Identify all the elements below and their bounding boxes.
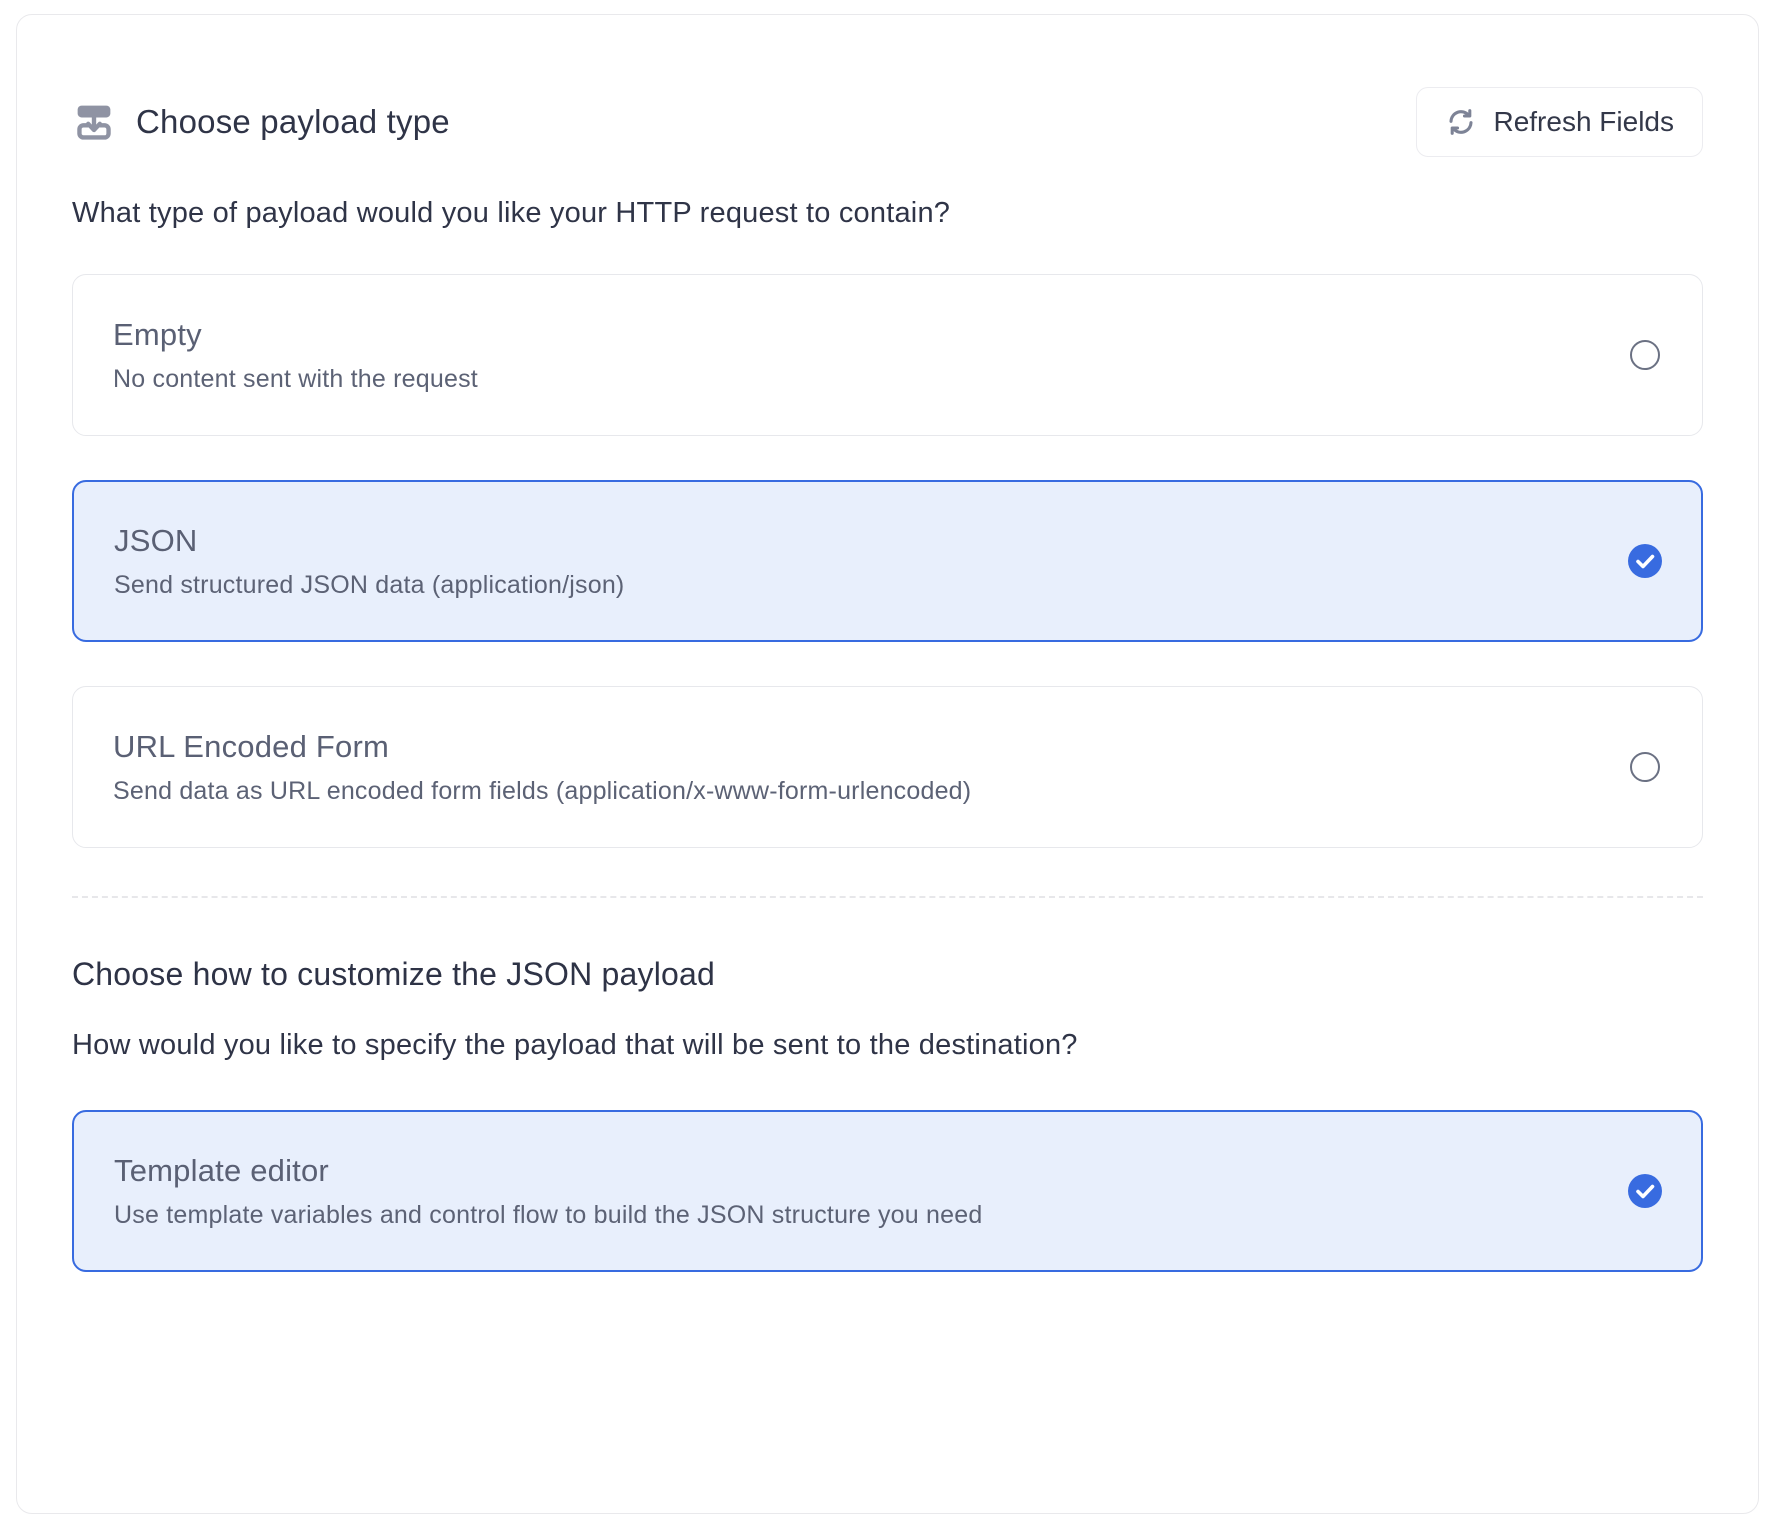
option-title: JSON: [114, 523, 624, 559]
payload-settings-panel: Choose payload type Refresh Fields What …: [16, 14, 1759, 1514]
customize-question: How would you like to specify the payloa…: [72, 1029, 1703, 1062]
payload-option-json[interactable]: JSON Send structured JSON data (applicat…: [72, 480, 1703, 642]
refresh-fields-button[interactable]: Refresh Fields: [1416, 87, 1703, 157]
option-description: Send structured JSON data (application/j…: [114, 571, 624, 600]
refresh-fields-label: Refresh Fields: [1493, 106, 1674, 138]
page-title: Choose payload type: [136, 103, 450, 141]
option-text-block: JSON Send structured JSON data (applicat…: [114, 523, 624, 600]
option-title: Template editor: [114, 1153, 982, 1189]
option-text-block: URL Encoded Form Send data as URL encode…: [113, 729, 971, 806]
option-title: URL Encoded Form: [113, 729, 971, 765]
radio-unselected-icon[interactable]: [1630, 340, 1660, 370]
option-description: Send data as URL encoded form fields (ap…: [113, 777, 971, 806]
radio-unselected-icon[interactable]: [1630, 752, 1660, 782]
option-text-block: Empty No content sent with the request: [113, 317, 478, 394]
customize-section-heading: Choose how to customize the JSON payload: [72, 956, 1703, 993]
option-description: Use template variables and control flow …: [114, 1201, 982, 1230]
payload-type-question: What type of payload would you like your…: [72, 197, 1703, 230]
refresh-icon: [1445, 106, 1477, 138]
section-divider: [72, 896, 1703, 898]
panel-header: Choose payload type Refresh Fields: [72, 87, 1703, 157]
radio-selected-check-icon[interactable]: [1627, 1173, 1663, 1209]
radio-selected-check-icon[interactable]: [1627, 543, 1663, 579]
payload-box-icon: [72, 102, 116, 142]
option-title: Empty: [113, 317, 478, 353]
payload-option-empty[interactable]: Empty No content sent with the request: [72, 274, 1703, 436]
option-text-block: Template editor Use template variables a…: [114, 1153, 982, 1230]
customize-option-template-editor[interactable]: Template editor Use template variables a…: [72, 1110, 1703, 1272]
option-description: No content sent with the request: [113, 365, 478, 394]
payload-option-url-encoded-form[interactable]: URL Encoded Form Send data as URL encode…: [72, 686, 1703, 848]
